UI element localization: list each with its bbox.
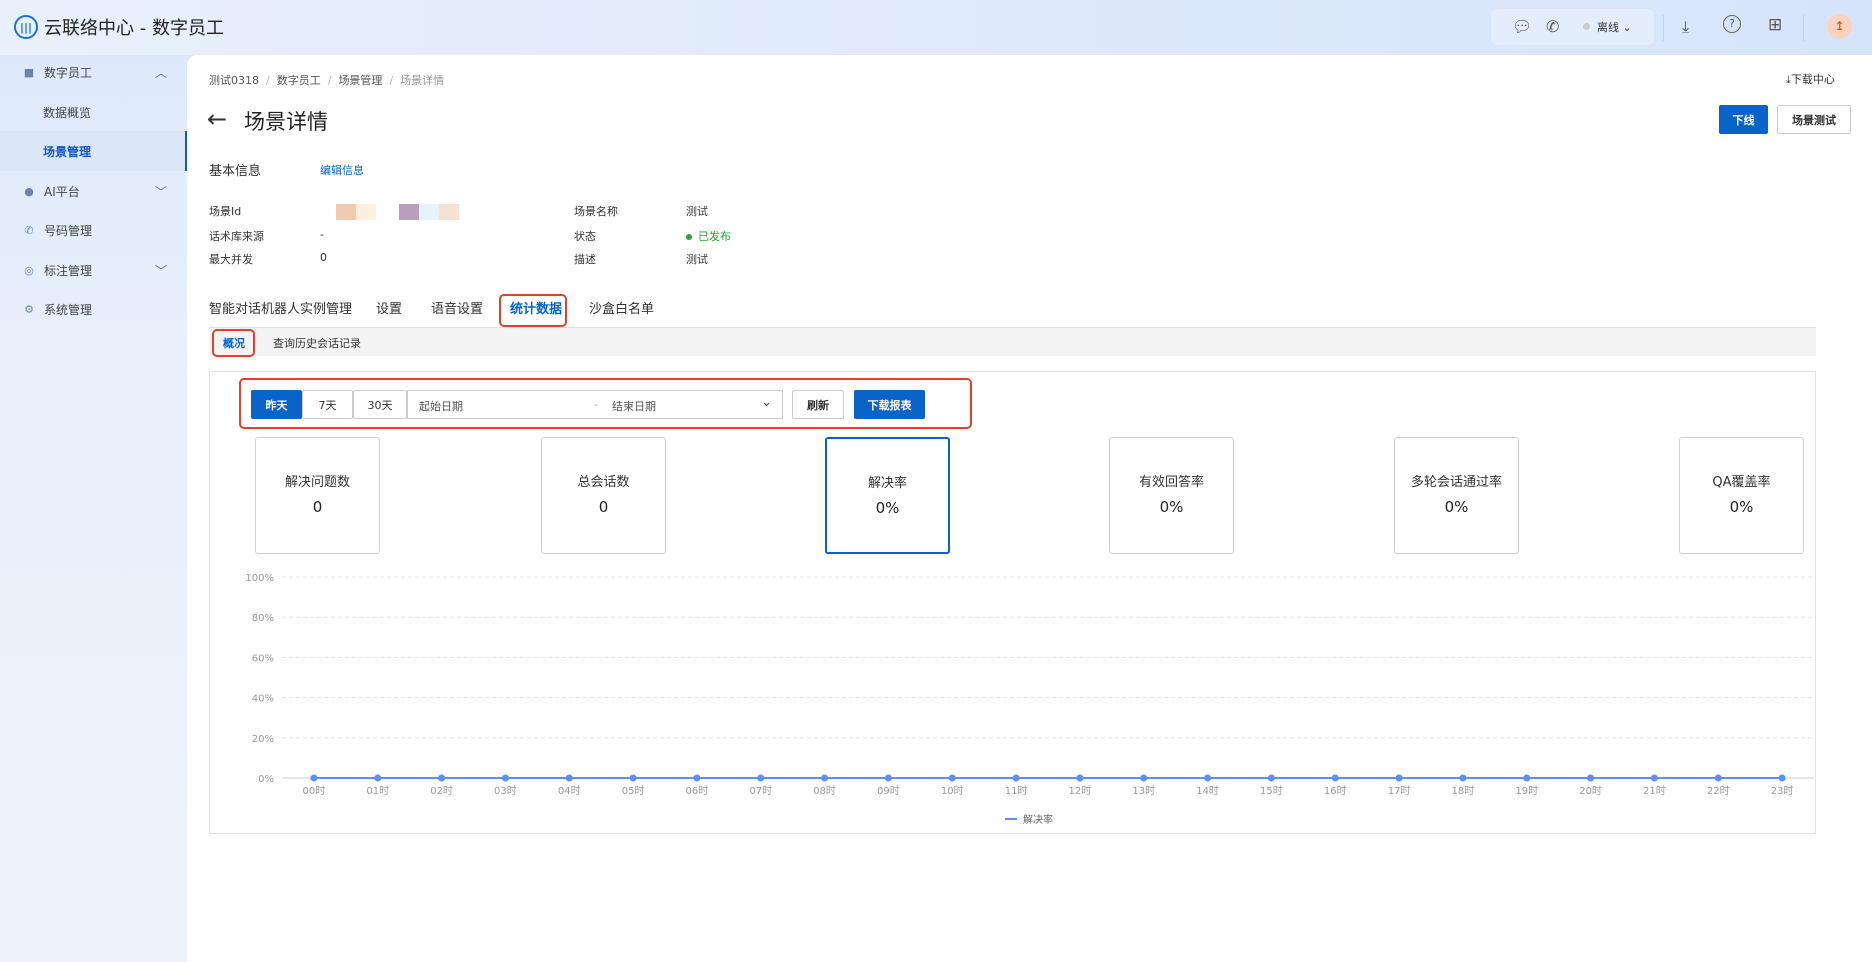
- data-point: [501, 774, 509, 782]
- data-point: [884, 774, 892, 782]
- data-point: [310, 774, 318, 782]
- x-tick-label: 01时: [366, 785, 389, 797]
- data-point: [1714, 774, 1722, 782]
- data-point: [1267, 774, 1275, 782]
- x-tick-label: 14时: [1196, 785, 1219, 797]
- x-tick-label: 06时: [686, 785, 709, 797]
- data-point: [1395, 774, 1403, 782]
- data-point: [1204, 774, 1212, 782]
- data-point: [1587, 774, 1595, 782]
- x-tick-label: 16时: [1324, 785, 1347, 797]
- x-tick-label: 05时: [622, 785, 645, 797]
- x-tick-label: 07时: [749, 785, 772, 797]
- x-tick-label: 23时: [1771, 785, 1794, 797]
- data-point: [629, 774, 637, 782]
- data-point: [693, 774, 701, 782]
- y-tick-label: 100%: [245, 573, 274, 584]
- x-tick-label: 15时: [1260, 785, 1283, 797]
- x-tick-label: 00时: [303, 785, 326, 797]
- data-point: [948, 774, 956, 782]
- x-tick-label: 12时: [1069, 785, 1092, 797]
- data-point: [1331, 774, 1339, 782]
- x-tick-label: 10时: [941, 785, 964, 797]
- data-point: [1650, 774, 1658, 782]
- data-point: [1076, 774, 1084, 782]
- x-tick-label: 18时: [1452, 785, 1475, 797]
- x-tick-label: 17时: [1388, 785, 1411, 797]
- data-point: [565, 774, 573, 782]
- data-point: [1459, 774, 1467, 782]
- x-tick-label: 13时: [1132, 785, 1155, 797]
- data-point: [1012, 774, 1020, 782]
- data-point: [1778, 774, 1786, 782]
- x-tick-label: 19时: [1515, 785, 1538, 797]
- legend-label: 解决率: [1023, 813, 1053, 826]
- x-tick-label: 02时: [430, 785, 453, 797]
- x-tick-label: 09时: [877, 785, 900, 797]
- y-tick-label: 40%: [252, 694, 274, 705]
- data-point: [757, 774, 765, 782]
- y-tick-label: 60%: [252, 653, 274, 664]
- line-chart: 0% 20% 40% 60% 80% 100% 00时 01时 02时 03时 04时 05时 06时 0…: [245, 573, 1814, 826]
- data-point: [438, 774, 446, 782]
- y-tick-label: 80%: [252, 613, 274, 624]
- x-tick-label: 22时: [1707, 785, 1730, 797]
- x-tick-label: 11时: [1005, 785, 1028, 797]
- x-tick-label: 08时: [813, 785, 836, 797]
- y-tick-label: 20%: [252, 734, 274, 745]
- data-point: [1140, 774, 1148, 782]
- y-tick-label: 0%: [258, 774, 274, 785]
- x-tick-label: 21时: [1643, 785, 1666, 797]
- data-point: [821, 774, 829, 782]
- x-tick-label: 03时: [494, 785, 517, 797]
- x-tick-label: 04时: [558, 785, 581, 797]
- x-tick-label: 20时: [1579, 785, 1602, 797]
- data-point: [374, 774, 382, 782]
- data-point: [1523, 774, 1531, 782]
